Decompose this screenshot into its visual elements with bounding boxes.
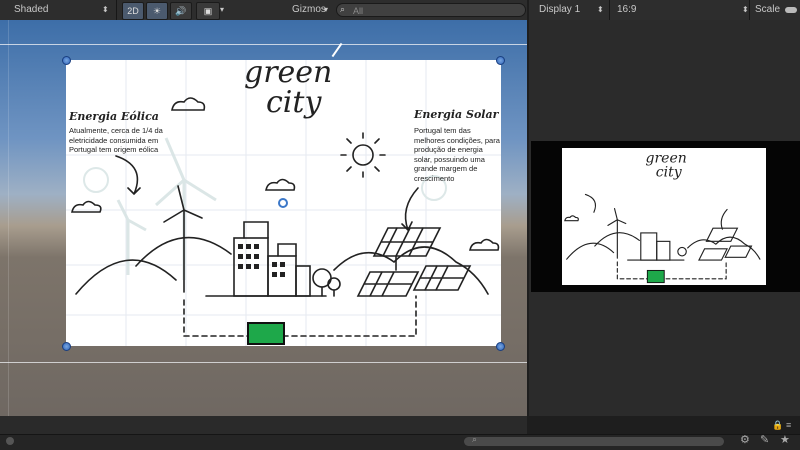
star-icon[interactable]: ★: [780, 433, 790, 446]
camera-frame-line: [0, 362, 527, 363]
camera-gizmo: [331, 42, 343, 58]
lighting-toggle[interactable]: ☀: [146, 2, 168, 20]
battery-icon: [247, 322, 285, 345]
speaker-icon: 🔊: [175, 6, 187, 16]
scene-toolbar: Shaded ⬍ 2D ☀ 🔊 ▣ ▾ Gizmos ▾ All ⌕: [0, 0, 527, 21]
toolbar-divider: [116, 0, 117, 20]
scene-search-input[interactable]: All: [336, 3, 526, 17]
toolbar-divider: [749, 0, 750, 20]
scene-viewport[interactable]: green city Energia Eólica Atualmente, ce…: [0, 20, 527, 416]
display-chevron-icon[interactable]: ⬍: [597, 0, 604, 20]
menu-icon[interactable]: ≡: [786, 420, 791, 430]
rect-handle-bottom-left[interactable]: [62, 342, 71, 351]
scale-slider[interactable]: [785, 7, 797, 13]
wind-text: Atualmente, cerca de 1/4 da eletricidade…: [69, 126, 163, 154]
scale-label: Scale: [755, 4, 781, 15]
rect-handle-bottom-right[interactable]: [496, 342, 505, 351]
game-canvas-preview: green city: [562, 148, 766, 285]
effects-toggle[interactable]: ▣: [196, 2, 220, 20]
scene-bottom-bar: [0, 416, 527, 434]
title-line-1: green: [244, 60, 333, 90]
solar-heading: Energia Solar: [414, 108, 499, 121]
wind-heading: Energia Eólica: [69, 110, 159, 123]
horizontal-scrollbar[interactable]: [464, 437, 724, 446]
shading-mode-dropdown[interactable]: Shaded: [14, 0, 48, 20]
gizmos-chevron-icon[interactable]: ▾: [324, 0, 328, 20]
svg-text:green: green: [645, 151, 686, 167]
effects-chevron-icon[interactable]: ▾: [220, 0, 224, 20]
toolbar-divider: [609, 0, 610, 20]
aspect-dropdown[interactable]: 16:9: [617, 0, 636, 20]
solar-text: Portugal tem das melhores condições, par…: [414, 126, 500, 183]
title-line-2: city: [266, 85, 322, 120]
status-dot-icon: [6, 437, 14, 445]
tag-icon[interactable]: ✎: [760, 433, 769, 446]
chevron-down-icon[interactable]: ⬍: [102, 0, 109, 20]
sun-icon: ☀: [152, 6, 162, 16]
gizmos-dropdown[interactable]: Gizmos: [292, 0, 326, 20]
rect-handle-top-left[interactable]: [62, 56, 71, 65]
image-icon: ▣: [203, 6, 213, 16]
search-icon: ⌕: [472, 434, 478, 444]
lock-icon[interactable]: 🔒: [772, 420, 783, 431]
aspect-chevron-icon[interactable]: ⬍: [742, 0, 749, 20]
search-icon: ⌕: [340, 4, 346, 14]
pivot-handle[interactable]: [278, 198, 288, 208]
rect-handle-top-right[interactable]: [496, 56, 505, 65]
display-dropdown[interactable]: Display 1: [539, 0, 580, 20]
grid-line: [8, 20, 9, 416]
game-toolbar: Display 1 ⬍ 16:9 ⬍ Scale: [529, 0, 800, 21]
2d-mode-button[interactable]: 2D: [122, 2, 144, 20]
city-illustration-preview: green city: [564, 151, 761, 284]
svg-text:city: city: [656, 165, 683, 181]
collab-icon[interactable]: ⚙: [740, 433, 750, 446]
audio-toggle[interactable]: 🔊: [170, 2, 192, 20]
camera-frame-line: [0, 44, 527, 45]
